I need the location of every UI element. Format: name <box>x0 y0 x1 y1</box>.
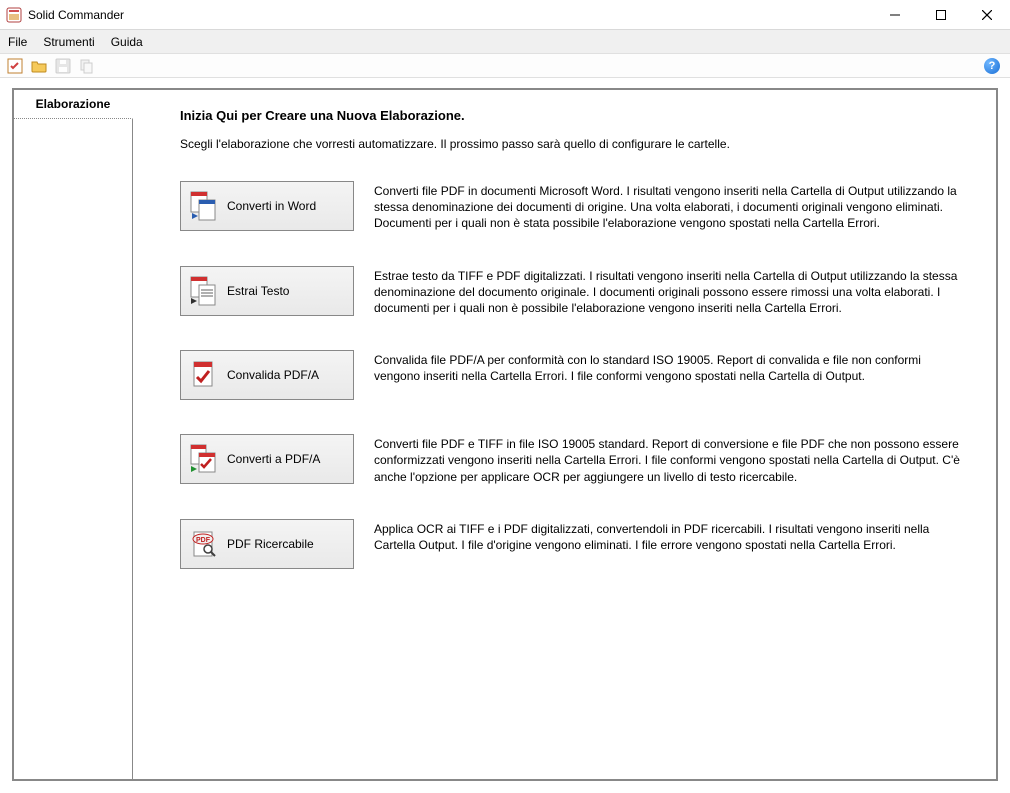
option-description: Estrae testo da TIFF e PDF digitalizzati… <box>374 266 966 317</box>
validate-pdfa-button[interactable]: Convalida PDF/A <box>180 350 354 400</box>
extract-text-icon <box>187 275 219 307</box>
maximize-button[interactable] <box>918 0 964 29</box>
tab-elaborazione[interactable]: Elaborazione <box>13 89 133 119</box>
main-panel: Elaborazione Inizia Qui per Creare una N… <box>12 88 998 781</box>
menu-help[interactable]: Guida <box>111 35 143 49</box>
new-process-button[interactable] <box>4 56 26 76</box>
svg-text:PDF: PDF <box>196 537 211 544</box>
close-button[interactable] <box>964 0 1010 29</box>
menu-bar: File Strumenti Guida <box>0 30 1010 54</box>
menu-tools[interactable]: Strumenti <box>43 35 94 49</box>
option-label: Convalida PDF/A <box>227 368 319 382</box>
title-bar: Solid Commander <box>0 0 1010 30</box>
client-area: Elaborazione Inizia Qui per Creare una N… <box>0 78 1010 793</box>
toolbar: ? <box>0 54 1010 78</box>
option-row: Converti in Word Converti file PDF in do… <box>180 181 966 232</box>
convert-to-word-button[interactable]: Converti in Word <box>180 181 354 231</box>
option-label: Converti in Word <box>227 199 316 213</box>
window-title: Solid Commander <box>28 8 124 22</box>
convert-to-pdfa-button[interactable]: Converti a PDF/A <box>180 434 354 484</box>
tab-label: Elaborazione <box>36 97 111 111</box>
app-icon <box>6 7 22 23</box>
extract-text-button[interactable]: Estrai Testo <box>180 266 354 316</box>
convert-pdfa-icon <box>187 443 219 475</box>
option-description: Convalida file PDF/A per conformità con … <box>374 350 966 384</box>
help-icon[interactable]: ? <box>984 58 1000 74</box>
searchable-pdf-button[interactable]: PDF PDF Ricercabile <box>180 519 354 569</box>
option-description: Converti file PDF in documenti Microsoft… <box>374 181 966 232</box>
option-description: Applica OCR ai TIFF e i PDF digitalizzat… <box>374 519 966 553</box>
window-controls <box>872 0 1010 29</box>
searchable-pdf-icon: PDF <box>187 528 219 560</box>
option-label: PDF Ricercabile <box>227 537 314 551</box>
validate-pdfa-icon <box>187 359 219 391</box>
option-row: Estrai Testo Estrae testo da TIFF e PDF … <box>180 266 966 317</box>
option-row: PDF PDF Ricercabile Applica OCR ai TIFF … <box>180 519 966 569</box>
option-row: Convalida PDF/A Convalida file PDF/A per… <box>180 350 966 400</box>
side-tab-container: Elaborazione <box>14 90 132 779</box>
open-folder-button[interactable] <box>28 56 50 76</box>
page-subtext: Scegli l'elaborazione che vorresti autom… <box>180 137 966 151</box>
page-heading: Inizia Qui per Creare una Nuova Elaboraz… <box>180 108 966 123</box>
minimize-button[interactable] <box>872 0 918 29</box>
pdf-to-word-icon <box>187 190 219 222</box>
menu-file[interactable]: File <box>8 35 27 49</box>
content-area: Inizia Qui per Creare una Nuova Elaboraz… <box>132 90 996 779</box>
copy-button[interactable] <box>76 56 98 76</box>
save-button[interactable] <box>52 56 74 76</box>
option-description: Converti file PDF e TIFF in file ISO 190… <box>374 434 966 485</box>
option-row: Converti a PDF/A Converti file PDF e TIF… <box>180 434 966 485</box>
option-label: Converti a PDF/A <box>227 452 320 466</box>
option-label: Estrai Testo <box>227 284 289 298</box>
